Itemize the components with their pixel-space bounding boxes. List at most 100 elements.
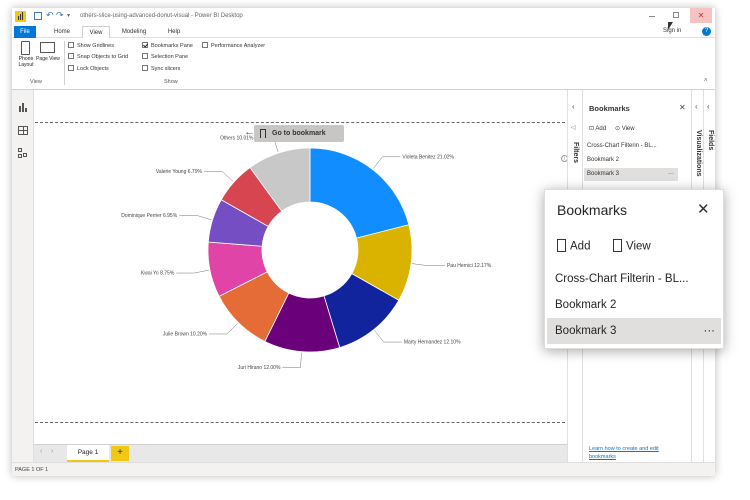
bookmark-item-selected[interactable]: Bookmark 3 ··· [547, 318, 721, 344]
close-window-icon[interactable]: ✕ [690, 8, 712, 23]
report-canvas: ← i Violeta Benitez 21.02% Pau Hernici 12… [34, 90, 568, 444]
show-group-label: Show [164, 79, 178, 85]
performance-analyzer-checkbox[interactable]: Performance Analyzer [202, 41, 266, 50]
maximize-icon[interactable] [673, 12, 679, 18]
phone-layout-label: Phone Layout [18, 56, 34, 68]
close-icon[interactable]: ✕ [697, 200, 710, 218]
data-label: Others 10.01% [220, 135, 254, 141]
data-label: Pau Hernici 12.17% [447, 263, 492, 269]
selection-pane-checkbox[interactable]: Selection Pane [142, 52, 188, 61]
view-icon: ⊙ [615, 126, 622, 132]
data-view-icon[interactable] [18, 126, 28, 135]
bookmarks-zoom-callout: Bookmarks ✕ Add View Cross-Chart Filteri… [544, 189, 724, 349]
mouse-cursor-icon [668, 22, 673, 30]
go-to-bookmark-label: Go to bookmark [272, 130, 326, 137]
checkbox-box [68, 41, 74, 48]
leader-line [282, 352, 302, 368]
ribbon-collapse-icon[interactable]: ˄ [704, 78, 708, 84]
save-icon[interactable] [34, 12, 42, 20]
bookmarks-pane-title: Bookmarks [589, 104, 630, 113]
more-options-icon[interactable]: ··· [665, 168, 674, 181]
close-pane-icon[interactable]: ✕ [679, 103, 686, 112]
leader-line [176, 269, 210, 274]
bookmark-item[interactable]: Cross-Chart Filterin - BL... [584, 140, 678, 153]
view-bookmark-button[interactable]: View [613, 239, 651, 253]
checkbox-box [68, 64, 74, 71]
quick-access-dropdown-icon[interactable]: ▾ [67, 12, 70, 19]
report-view-icon[interactable] [18, 102, 28, 112]
data-label: Valerie Young 6.79% [156, 169, 203, 175]
add-label: Add [570, 240, 591, 253]
next-page-icon[interactable]: › [51, 448, 53, 455]
tab-home[interactable]: Home [48, 26, 76, 38]
redo-icon[interactable]: ↷ [56, 10, 64, 21]
more-options-icon[interactable]: ··· [696, 318, 716, 344]
checkbox-checked [142, 41, 148, 48]
bookmark-item[interactable]: Cross-Chart Filterin - BL... [547, 266, 721, 292]
data-label: Marty Hernandez 12.10% [404, 340, 461, 346]
leader-line [374, 330, 402, 343]
add-label: Add [595, 126, 607, 132]
bookmark-item-label: Bookmark 3 [555, 325, 617, 337]
view-group-label: View [30, 79, 42, 85]
leader-line [412, 263, 445, 266]
report-page[interactable]: ← i Violeta Benitez 21.02% Pau Hernici 12… [34, 90, 568, 444]
data-label: Violeta Benitez 21.02% [402, 154, 454, 160]
view-label: View [621, 126, 635, 132]
leader-line [203, 171, 234, 182]
phone-layout-button[interactable]: Phone Layout [16, 41, 36, 77]
page-view-button[interactable]: Page View [36, 41, 60, 77]
visualizations-label: Visualizations [695, 130, 702, 177]
checkbox-box [68, 52, 74, 59]
sync-slicers-checkbox[interactable]: Sync slicers [142, 64, 181, 73]
snap-to-grid-checkbox[interactable]: Snap Objects to Grid [68, 52, 129, 61]
go-to-bookmark-button[interactable]: Go to bookmark [254, 125, 344, 142]
donut-chart[interactable]: Violeta Benitez 21.02% Pau Hernici 12.17%… [34, 130, 567, 430]
add-page-button[interactable]: + [111, 446, 129, 461]
checkbox-box [202, 41, 208, 48]
filters-label: Filters [572, 142, 579, 164]
chevron-left-icon[interactable]: ‹ [707, 102, 710, 111]
data-label: Kwai Yo 8.75% [141, 271, 175, 277]
bookmarks-pane-checkbox[interactable]: Bookmarks Pane [142, 41, 193, 50]
ribbon-separator [64, 41, 65, 85]
bookmarks-callout-title: Bookmarks [557, 202, 628, 218]
checkbox-label: Snap Objects to Grid [77, 54, 129, 60]
page-tabs-bar: ‹ › Page 1 + [34, 444, 567, 462]
status-bar: PAGE 1 OF 1 [12, 462, 715, 476]
view-label: View [626, 240, 651, 253]
lock-objects-checkbox[interactable]: Lock Objects [68, 64, 109, 73]
checkbox-label: Performance Analyzer [211, 43, 266, 49]
add-bookmark-icon [557, 239, 566, 252]
page-tab-1[interactable]: Page 1 [67, 445, 109, 462]
add-bookmark-button[interactable]: Add [557, 239, 591, 253]
donut-slice[interactable] [309, 147, 410, 239]
learn-bookmarks-link[interactable]: Learn how to create and edit bookmarks [589, 445, 687, 461]
checkbox-box [142, 52, 148, 59]
tab-modeling[interactable]: Modeling [116, 26, 152, 38]
checkbox-label: Sync slicers [151, 66, 181, 72]
bookmark-item[interactable]: Bookmark 2 [584, 154, 678, 167]
bookmark-item-selected[interactable]: Bookmark 3 ··· [584, 168, 678, 181]
model-view-icon[interactable] [18, 148, 28, 158]
chevron-left-icon[interactable]: ‹ [572, 102, 575, 111]
tab-help[interactable]: Help [162, 26, 186, 38]
bookmark-item[interactable]: Bookmark 2 [547, 292, 721, 318]
chevron-left-icon[interactable]: ‹ [695, 102, 698, 111]
show-gridlines-checkbox[interactable]: Show Gridlines [68, 41, 114, 50]
minimize-icon[interactable] [649, 16, 655, 17]
bookmark-icon [260, 129, 266, 138]
tab-file[interactable]: File [14, 26, 36, 38]
view-bookmark-button[interactable]: ⊙ View [615, 125, 635, 132]
help-icon[interactable]: ? [702, 27, 711, 36]
checkbox-label: Selection Pane [151, 54, 188, 60]
tab-view[interactable]: View [82, 26, 110, 38]
prev-page-icon[interactable]: ‹ [40, 448, 42, 455]
window-title: others-slice-using-advanced-donut-visual… [80, 13, 243, 19]
add-bookmark-button[interactable]: ⊡ Add [589, 125, 606, 132]
undo-icon[interactable]: ↶ [46, 10, 54, 21]
left-view-rail [12, 90, 34, 462]
page-view-icon [40, 42, 55, 53]
leader-line [209, 323, 238, 335]
ribbon-tabs: File Home View Modeling Help Sign in ? [12, 26, 715, 38]
